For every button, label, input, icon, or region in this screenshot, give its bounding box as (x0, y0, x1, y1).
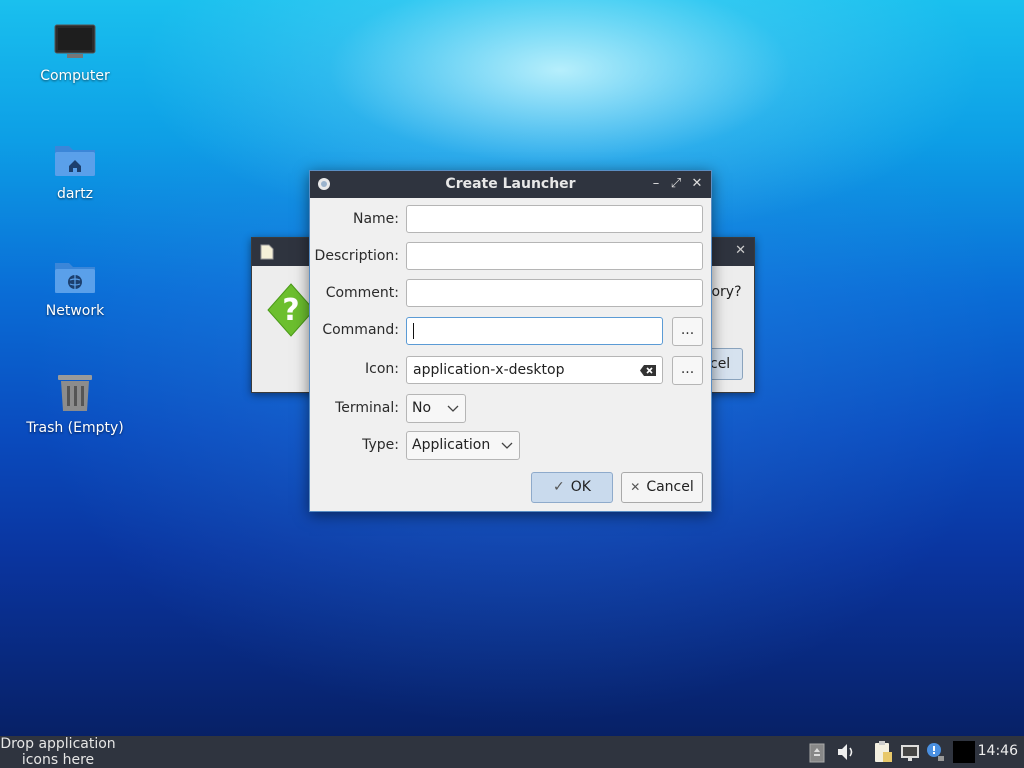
desktop-icon-label: Computer (40, 68, 110, 84)
check-icon: ✓ (553, 479, 565, 495)
desktop-icon-label: dartz (56, 186, 94, 202)
background-cancel-button[interactable]: cel (707, 348, 743, 380)
description-label: Description: (314, 248, 399, 264)
window-thumbnail-icon[interactable] (953, 740, 975, 764)
ok-button[interactable]: ✓ OK (531, 472, 613, 503)
desktop-icon-label: Trash (Empty) (26, 420, 124, 436)
desktop-icon-label: Network (45, 303, 105, 319)
clipboard-icon[interactable] (872, 740, 894, 764)
computer-icon (54, 24, 96, 58)
icon-input[interactable]: application-x-desktop (406, 356, 663, 384)
cancel-label: Cancel (646, 479, 694, 495)
home-folder-icon (55, 146, 95, 176)
close-icon[interactable]: ✕ (735, 243, 746, 258)
maximize-icon[interactable]: ⤢ (667, 175, 685, 193)
cancel-button[interactable]: ✕ Cancel (621, 472, 703, 503)
type-select[interactable]: Application (406, 431, 520, 460)
drive-icon[interactable] (808, 740, 826, 764)
description-input[interactable] (406, 242, 703, 270)
launcher-drop-hint: Drop application icons here (0, 736, 116, 768)
x-icon: ✕ (630, 480, 641, 494)
type-value: Application (412, 437, 491, 453)
dialog-titlebar: Create Launcher – ⤢ ✕ (310, 171, 711, 198)
trash-icon (58, 375, 92, 411)
volume-icon[interactable] (836, 740, 856, 764)
svg-text:?: ? (282, 293, 299, 328)
minimize-icon[interactable]: – (647, 175, 665, 193)
network-folder-icon (55, 263, 95, 293)
ok-label: OK (570, 479, 591, 495)
chevron-down-icon (501, 442, 513, 449)
command-browse-button[interactable]: ... (672, 317, 703, 346)
network-icon[interactable] (899, 740, 921, 764)
desktop-icon-computer[interactable]: Computer (20, 22, 130, 84)
terminal-select[interactable]: No (406, 394, 466, 423)
text-cursor (413, 323, 414, 339)
create-launcher-dialog: Create Launcher – ⤢ ✕ Name: Description:… (309, 170, 712, 512)
type-label: Type: (362, 437, 399, 453)
chevron-down-icon (447, 405, 459, 412)
desktop-icon-network[interactable]: Network (20, 257, 130, 319)
comment-input[interactable] (406, 279, 703, 307)
terminal-value: No (412, 400, 432, 416)
notification-icon[interactable] (926, 740, 946, 764)
clock[interactable]: 14:46 (978, 743, 1018, 759)
icon-value: application-x-desktop (413, 362, 565, 378)
terminal-label: Terminal: (335, 400, 399, 416)
command-label: Command: (322, 322, 399, 338)
desktop-icon-home-folder[interactable]: dartz (20, 140, 130, 202)
name-input[interactable] (406, 205, 703, 233)
taskbar: Drop application icons here 14:46 (0, 736, 1024, 768)
command-input[interactable] (406, 317, 663, 345)
comment-label: Comment: (325, 285, 399, 301)
desktop-icon-trash[interactable]: Trash (Empty) (20, 372, 130, 436)
close-icon[interactable]: ✕ (688, 175, 706, 193)
name-label: Name: (352, 211, 399, 227)
icon-browse-button[interactable]: ... (672, 356, 703, 385)
icon-label: Icon: (365, 361, 399, 377)
document-icon (260, 244, 274, 260)
clear-text-icon[interactable] (639, 364, 657, 377)
